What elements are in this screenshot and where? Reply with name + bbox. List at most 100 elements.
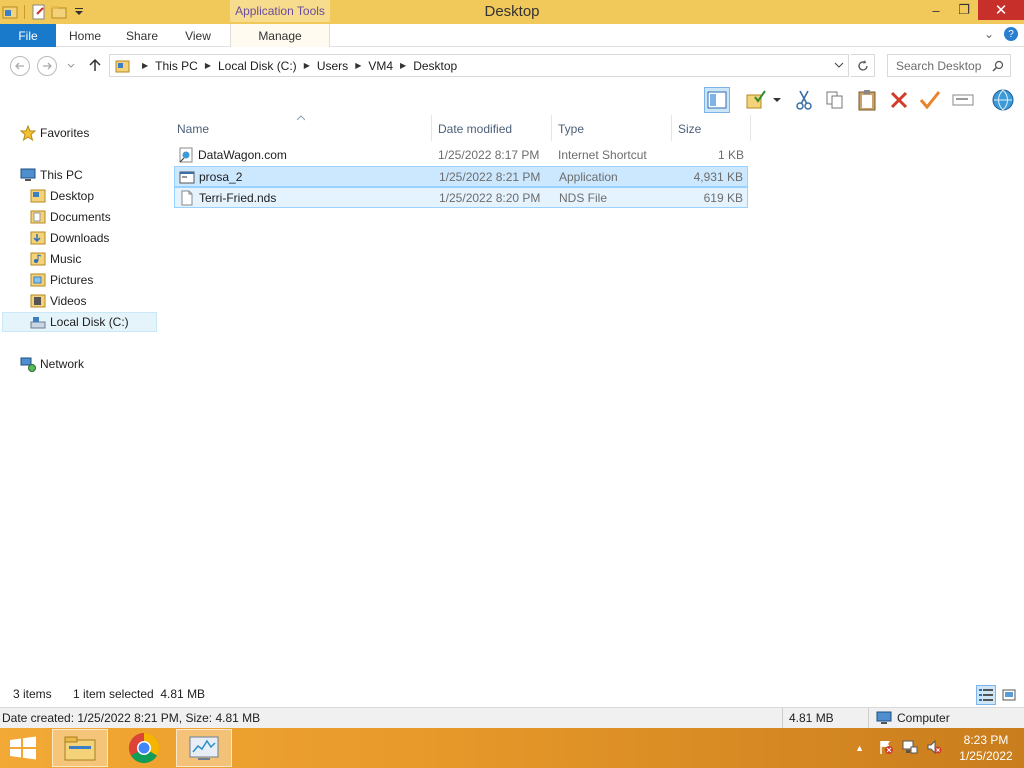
start-button[interactable] [8,736,38,760]
minimize-button[interactable]: – [922,0,950,20]
nav-this-pc[interactable]: This PC [20,165,83,185]
videos-folder-icon [30,293,46,309]
paste-button[interactable] [854,87,880,113]
file-type: NDS File [559,191,608,205]
nav-local-disk[interactable]: Local Disk (C:) [2,312,157,332]
file-explorer-icon [64,736,96,761]
computer-icon [876,710,892,729]
cut-button[interactable] [791,87,817,113]
breadcrumb-separator-icon[interactable]: ▶ [400,61,406,70]
window-controls: – ❐ ✕ [922,0,1024,22]
tab-home[interactable]: Home [60,24,110,47]
drive-icon [30,314,46,330]
address-box[interactable]: ▶ This PC ▶ Local Disk (C:) ▶ Users ▶ VM… [109,54,849,77]
nav-favorites[interactable]: Favorites [19,123,89,143]
breadcrumb-desktop[interactable]: Desktop [413,59,457,73]
file-row[interactable]: DataWagon.com 1/25/2022 8:17 PM Internet… [174,145,748,166]
quick-access-toolbar [2,3,87,21]
breadcrumb-separator-icon[interactable]: ▶ [355,61,361,70]
up-button[interactable] [87,57,103,76]
pictures-folder-icon [30,272,46,288]
nav-local-disk-label: Local Disk (C:) [50,315,129,329]
application-tools-tab-group: Application Tools [230,0,330,22]
nav-network[interactable]: Network [20,354,84,374]
column-divider[interactable] [750,115,751,141]
close-button[interactable]: ✕ [978,0,1024,20]
file-row-selected[interactable]: prosa_2 1/25/2022 8:21 PM Application 4,… [174,166,748,187]
taskbar-file-explorer[interactable] [52,729,108,767]
tab-manage[interactable]: Manage [230,24,330,47]
copy-button[interactable] [822,87,848,113]
system-tray: ▲ 8:23 PM 1/25/2022 [855,728,1024,768]
column-header-size[interactable]: Size [678,119,701,139]
large-icons-view-button[interactable] [999,685,1019,705]
customize-qat-icon[interactable] [71,4,87,20]
nav-downloads[interactable]: Downloads [30,228,109,248]
refresh-button[interactable] [851,54,875,77]
globe-icon [992,89,1014,111]
column-header-name[interactable]: Name [177,119,209,139]
recent-locations-button[interactable] [66,60,76,74]
application-icon [179,171,195,184]
nav-this-pc-label: This PC [40,168,83,182]
chrome-icon [128,733,160,764]
details-location: Computer [897,711,950,725]
explorer-icon[interactable] [2,4,18,20]
tab-share[interactable]: Share [118,24,166,47]
music-folder-icon [30,251,46,267]
nav-videos[interactable]: Videos [30,291,86,311]
star-icon [19,124,37,142]
file-row[interactable]: Terri-Fried.nds 1/25/2022 8:20 PM NDS Fi… [174,187,748,208]
taskbar-chrome[interactable] [116,729,172,767]
preview-pane-button[interactable] [704,87,730,113]
column-divider[interactable] [431,115,432,141]
nav-pictures[interactable]: Pictures [30,270,93,290]
nav-desktop[interactable]: Desktop [30,186,94,206]
refresh-icon [857,59,868,71]
action-center-flag-icon[interactable] [878,739,894,758]
breadcrumb-separator-icon[interactable]: ▶ [304,61,310,70]
search-input[interactable]: Search Desktop [887,54,1011,77]
chevron-down-icon [67,63,75,68]
tab-view[interactable]: View [176,24,220,47]
breadcrumb-local-disk[interactable]: Local Disk (C:) [218,59,297,73]
network-globe-button[interactable] [990,87,1016,113]
taskbar-task-manager[interactable] [176,729,232,767]
network-status-icon[interactable] [902,739,918,758]
breadcrumb-separator-icon[interactable]: ▶ [205,61,211,70]
breadcrumb-users[interactable]: Users [317,59,348,73]
delete-x-icon [890,91,908,109]
new-folder-icon[interactable] [51,4,67,20]
help-button[interactable]: ? [1004,27,1018,41]
chevron-down-icon [834,62,844,68]
properties-icon[interactable] [31,4,47,20]
toolbar-dropdown-button[interactable] [770,87,784,113]
tab-file[interactable]: File [0,24,56,47]
downloads-folder-icon [30,230,46,246]
nav-music[interactable]: Music [30,249,81,269]
breadcrumb-this-pc[interactable]: This PC [155,59,198,73]
breadcrumb-vm4[interactable]: VM4 [368,59,393,73]
back-button[interactable] [10,56,30,76]
rename-button[interactable] [950,87,976,113]
expand-ribbon-button[interactable]: ⌄ [984,27,994,41]
internet-shortcut-icon [179,147,193,163]
details-view-button[interactable] [976,685,996,705]
column-divider[interactable] [671,115,672,141]
column-divider[interactable] [551,115,552,141]
properties-toolbar-button[interactable] [744,87,770,113]
apply-button[interactable] [917,87,943,113]
column-header-date[interactable]: Date modified [438,119,512,139]
show-hidden-icons-button[interactable]: ▲ [855,743,864,753]
maximize-button[interactable]: ❐ [950,0,978,20]
nav-documents[interactable]: Documents [30,207,111,227]
breadcrumb-separator-icon[interactable]: ▶ [142,61,148,70]
delete-button[interactable] [886,87,912,113]
volume-muted-icon[interactable] [926,739,942,758]
clock[interactable]: 8:23 PM 1/25/2022 [948,732,1024,764]
forward-button[interactable] [37,56,57,76]
search-icon [992,60,1004,72]
address-history-button[interactable] [834,58,844,75]
column-header-type[interactable]: Type [558,119,584,139]
taskbar: ▲ 8:23 PM 1/25/2022 [0,728,1024,768]
